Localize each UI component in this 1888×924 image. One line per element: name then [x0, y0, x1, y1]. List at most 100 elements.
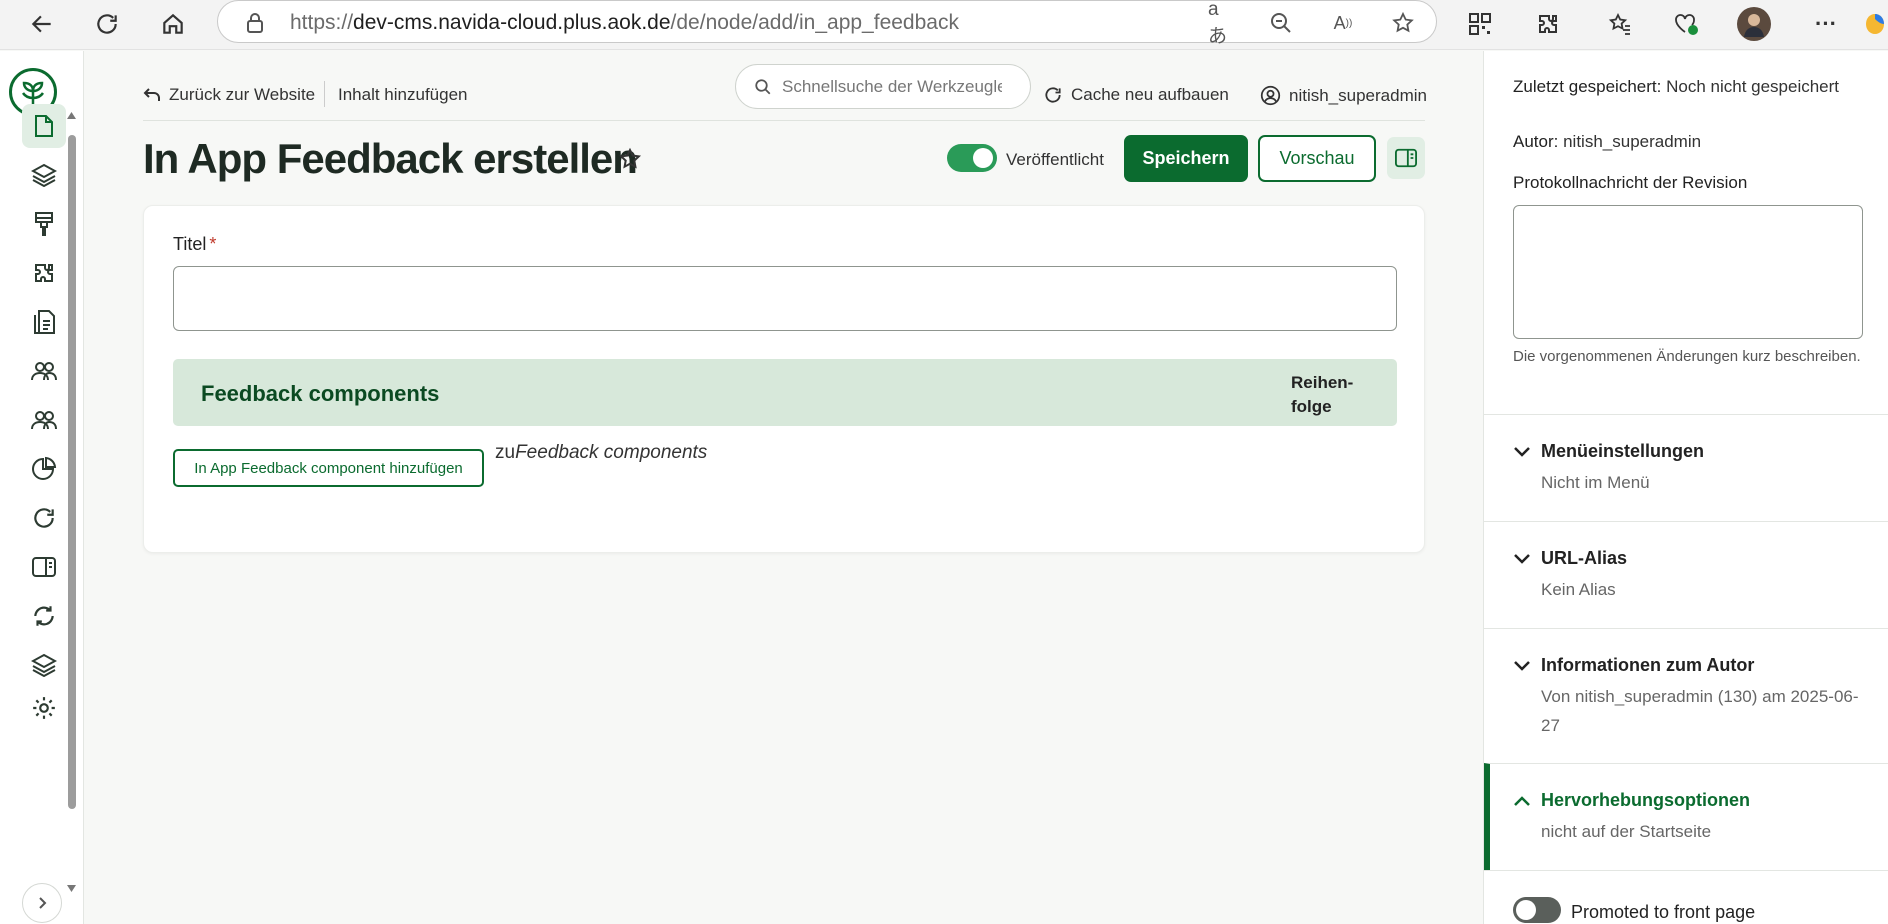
sidebar-panel-icon[interactable] [22, 545, 66, 589]
add-content-label: Inhalt hinzufügen [338, 85, 468, 104]
promoted-front-page-toggle[interactable] [1513, 897, 1561, 923]
promotion-options-summary: nicht auf der Startseite [1541, 822, 1712, 841]
refresh-cache-icon [1045, 87, 1061, 103]
username-label: nitish_superadmin [1289, 85, 1427, 105]
published-label: Veröffentlicht [1006, 150, 1104, 169]
revision-log-label: Protokollnachricht der Revision [1513, 173, 1748, 192]
author-information-title: Informationen zum Autor [1541, 655, 1755, 675]
back-to-website-label: Zurück zur Website [169, 85, 316, 104]
url-alias-section[interactable]: URL-Alias Kein Alias [1484, 521, 1888, 628]
home-icon[interactable] [155, 6, 191, 42]
url-text[interactable]: https://dev-cms.navida-cloud.plus.aok.de… [290, 11, 959, 35]
reload-icon[interactable] [89, 6, 125, 42]
add-component-target-text: zuFeedback components [495, 442, 707, 464]
menu-settings-section[interactable]: Menüeinstellungen Nicht im Menü [1484, 414, 1888, 521]
feedback-components-header: Feedback components Reihen- folge [173, 359, 1397, 426]
main-content: Zurück zur Website Inhalt hinzufügen Cac… [85, 51, 1483, 924]
admin-toolbar [0, 51, 84, 924]
save-button[interactable]: Speichern [1124, 135, 1248, 182]
reorder-column-header[interactable]: Reihen- folge [1291, 371, 1371, 419]
extensions-icon[interactable] [1530, 6, 1566, 42]
zoom-out-icon[interactable] [1268, 10, 1294, 36]
author-info: Autor: nitish_superadmin [1513, 129, 1863, 154]
nav-divider [324, 81, 325, 107]
top-navigation: Zurück zur Website Inhalt hinzufügen Cac… [143, 63, 1427, 121]
feedback-components-title: Feedback components [201, 381, 440, 406]
copilot-icon[interactable] [1862, 6, 1888, 42]
title-input[interactable] [173, 266, 1397, 331]
search-input[interactable] [782, 76, 1002, 97]
preview-button[interactable]: Vorschau [1258, 135, 1376, 182]
read-aloud-icon[interactable]: A)) [1330, 10, 1356, 36]
qr-code-icon[interactable] [1462, 6, 1498, 42]
documents-icon[interactable] [22, 300, 66, 344]
users-icon[interactable] [22, 398, 66, 442]
sync-icon[interactable] [22, 594, 66, 638]
layers-icon[interactable] [22, 643, 66, 687]
toolbar-scrollbar[interactable] [66, 111, 77, 911]
people-icon[interactable] [22, 349, 66, 393]
menu-settings-title: Menüeinstellungen [1541, 441, 1705, 461]
settings-gear-icon[interactable] [22, 691, 66, 721]
last-saved-value: Noch nicht gespeichert [1666, 77, 1840, 96]
health-icon[interactable] [1668, 6, 1704, 42]
author-key: Autor: [1513, 132, 1559, 151]
menu-settings-heading[interactable]: Menüeinstellungen [1513, 441, 1704, 462]
back-to-website-link[interactable]: Zurück zur Website [143, 85, 315, 105]
author-information-section[interactable]: Informationen zum Autor Von nitish_super… [1484, 628, 1888, 763]
chevron-right-icon [39, 897, 47, 909]
more-menu-icon[interactable]: ··· [1808, 6, 1844, 42]
url-alias-heading[interactable]: URL-Alias [1513, 548, 1627, 569]
node-form-card: Titel * Feedback components Reihen- folge… [143, 205, 1425, 553]
chevron-down-icon [1514, 446, 1530, 457]
user-menu-link[interactable]: nitish_superadmin [1260, 85, 1427, 106]
add-component-target: Feedback components [515, 442, 708, 463]
add-feedback-component-button[interactable]: In App Feedback component hinzufügen [173, 449, 484, 487]
url-alias-summary: Kein Alias [1541, 580, 1616, 599]
favorite-star-icon[interactable] [615, 144, 645, 174]
promotion-options-section[interactable]: Hervorhebungsoptionen nicht auf der Star… [1484, 763, 1888, 870]
scroll-up-arrow-icon [67, 112, 76, 119]
url-alias-title: URL-Alias [1541, 548, 1628, 568]
title-field-label: Titel * [173, 234, 216, 255]
translate-icon[interactable]: aあ [1208, 0, 1234, 47]
address-bar[interactable]: https://dev-cms.navida-cloud.plus.aok.de… [217, 0, 1437, 47]
required-marker: * [209, 234, 217, 254]
last-saved-key: Zuletzt gespeichert: [1513, 77, 1662, 96]
expand-toolbar-button[interactable] [22, 883, 62, 923]
page-title: In App Feedback erstellen [143, 135, 638, 182]
browser-chrome: https://dev-cms.navida-cloud.plus.aok.de… [0, 0, 1888, 50]
published-toggle[interactable] [947, 144, 997, 172]
toggle-sidebar-button[interactable] [1387, 137, 1425, 179]
toolbar-search[interactable] [735, 64, 1031, 109]
chevron-down-icon [1514, 553, 1530, 564]
chevron-up-icon [1514, 795, 1530, 806]
extend-puzzle-icon[interactable] [22, 251, 66, 295]
chevron-down-icon [1514, 660, 1530, 671]
meta-sidebar: Zuletzt gespeichert: Noch nicht gespeich… [1483, 51, 1888, 924]
author-information-summary: Von nitish_superadmin (130) am 2025-06-2… [1541, 687, 1859, 735]
structure-layers-icon[interactable] [22, 153, 66, 197]
refresh-icon[interactable] [22, 496, 66, 540]
return-arrow-icon [143, 88, 160, 101]
appearance-brush-icon[interactable] [22, 202, 66, 246]
revision-log-help: Die vorgenommenen Änderungen kurz beschr… [1513, 348, 1861, 365]
author-information-heading[interactable]: Informationen zum Autor [1513, 655, 1754, 676]
favorite-star-icon[interactable] [1390, 10, 1416, 36]
reports-pie-chart-icon[interactable] [22, 447, 66, 491]
lock-icon[interactable] [242, 10, 268, 36]
add-content-link[interactable]: Inhalt hinzufügen [338, 85, 468, 105]
back-arrow-icon[interactable] [24, 6, 60, 42]
rebuild-cache-link[interactable]: Cache neu aufbauen [1043, 85, 1229, 105]
scroll-down-arrow-icon [67, 885, 76, 892]
revision-log-textarea[interactable] [1513, 205, 1863, 339]
favorites-list-icon[interactable] [1602, 6, 1638, 42]
promotion-options-heading[interactable]: Hervorhebungsoptionen [1513, 790, 1750, 811]
promotion-options-title: Hervorhebungsoptionen [1541, 790, 1751, 810]
content-icon[interactable] [22, 104, 66, 148]
profile-avatar[interactable] [1737, 7, 1771, 41]
section-divider [1484, 870, 1888, 871]
rebuild-cache-label: Cache neu aufbauen [1071, 85, 1229, 104]
scroll-thumb[interactable] [68, 135, 76, 809]
promoted-front-page-label: Promoted to front page [1571, 902, 1756, 922]
